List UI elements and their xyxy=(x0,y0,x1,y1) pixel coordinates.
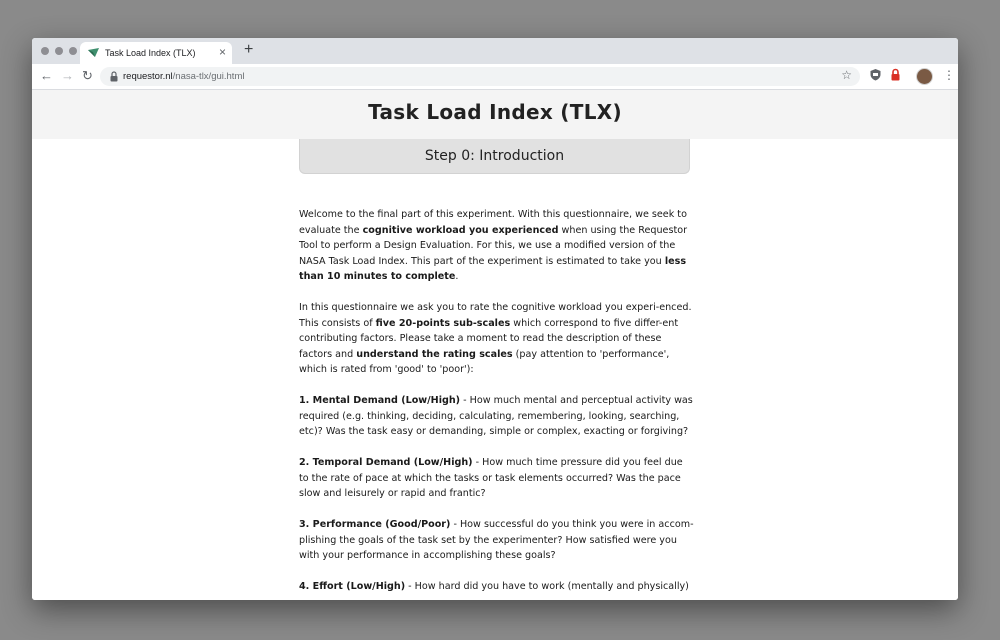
factor-heading: 4. Effort (Low/High) xyxy=(299,581,406,592)
factor-heading: 2. Temporal Demand (Low/High) xyxy=(299,457,473,468)
url-text: requestor.nl/nasa-tlx/gui.html xyxy=(123,71,244,82)
factor-description: - How hard did you have to work (mentall… xyxy=(405,581,689,592)
minimize-window-button[interactable] xyxy=(55,47,63,55)
address-bar[interactable]: requestor.nl/nasa-tlx/gui.html ☆ xyxy=(100,67,860,86)
reload-icon[interactable]: ↻ xyxy=(82,68,93,84)
step-title: Step 0: Introduction xyxy=(424,148,565,164)
text-span: . xyxy=(455,271,459,282)
page-title: Task Load Index (TLX) xyxy=(368,100,622,124)
tab-title: Task Load Index (TLX) xyxy=(105,48,196,58)
factor-temporal-demand: 2. Temporal Demand (Low/High) - How much… xyxy=(299,455,694,502)
instructions-text: Welcome to the final part of this experi… xyxy=(299,207,694,600)
browser-window: Task Load Index (TLX) × + ← → ↻ requesto… xyxy=(32,38,958,600)
url-host: requestor.nl xyxy=(123,71,173,82)
factor-mental-demand: 1. Mental Demand (Low/High) - How much m… xyxy=(299,393,694,440)
favicon-icon xyxy=(88,48,99,57)
page-header: Task Load Index (TLX) xyxy=(32,90,958,139)
factor-effort: 4. Effort (Low/High) - How hard did you … xyxy=(299,579,694,595)
window-controls xyxy=(41,47,77,55)
shield-extension-icon[interactable] xyxy=(869,68,882,81)
avatar[interactable] xyxy=(916,68,933,85)
browser-toolbar: ← → ↻ requestor.nl/nasa-tlx/gui.html ☆ ⋮ xyxy=(32,64,958,90)
forward-icon[interactable]: → xyxy=(61,68,74,84)
new-tab-button[interactable]: + xyxy=(244,41,253,59)
emphasis-text: understand the rating scales xyxy=(356,348,513,360)
tab-close-icon[interactable]: × xyxy=(219,45,226,59)
lock-icon xyxy=(110,71,118,82)
back-icon[interactable]: ← xyxy=(40,68,53,84)
star-icon[interactable]: ☆ xyxy=(841,68,852,82)
emphasis-text: five 20-points sub-scales xyxy=(375,317,511,329)
zoom-window-button[interactable] xyxy=(69,47,77,55)
browser-tab[interactable]: Task Load Index (TLX) × xyxy=(80,42,232,64)
page-viewport: Task Load Index (TLX) Step 0: Introducti… xyxy=(32,90,958,600)
close-window-button[interactable] xyxy=(41,47,49,55)
url-path: /nasa-tlx/gui.html xyxy=(172,71,245,82)
menu-icon[interactable]: ⋮ xyxy=(943,67,955,83)
tab-strip: Task Load Index (TLX) × + xyxy=(32,38,958,64)
emphasis-text: cognitive workload you experienced xyxy=(362,224,559,236)
factor-heading: 1. Mental Demand (Low/High) xyxy=(299,395,461,406)
lock-extension-icon[interactable] xyxy=(889,68,902,81)
intro-paragraph-2: In this questionnaire we ask you to rate… xyxy=(299,300,694,378)
factor-performance: 3. Performance (Good/Poor) - How success… xyxy=(299,517,694,564)
intro-paragraph-1: Welcome to the final part of this experi… xyxy=(299,207,694,285)
step-header: Step 0: Introduction xyxy=(299,139,690,174)
factor-heading: 3. Performance (Good/Poor) xyxy=(299,519,451,530)
